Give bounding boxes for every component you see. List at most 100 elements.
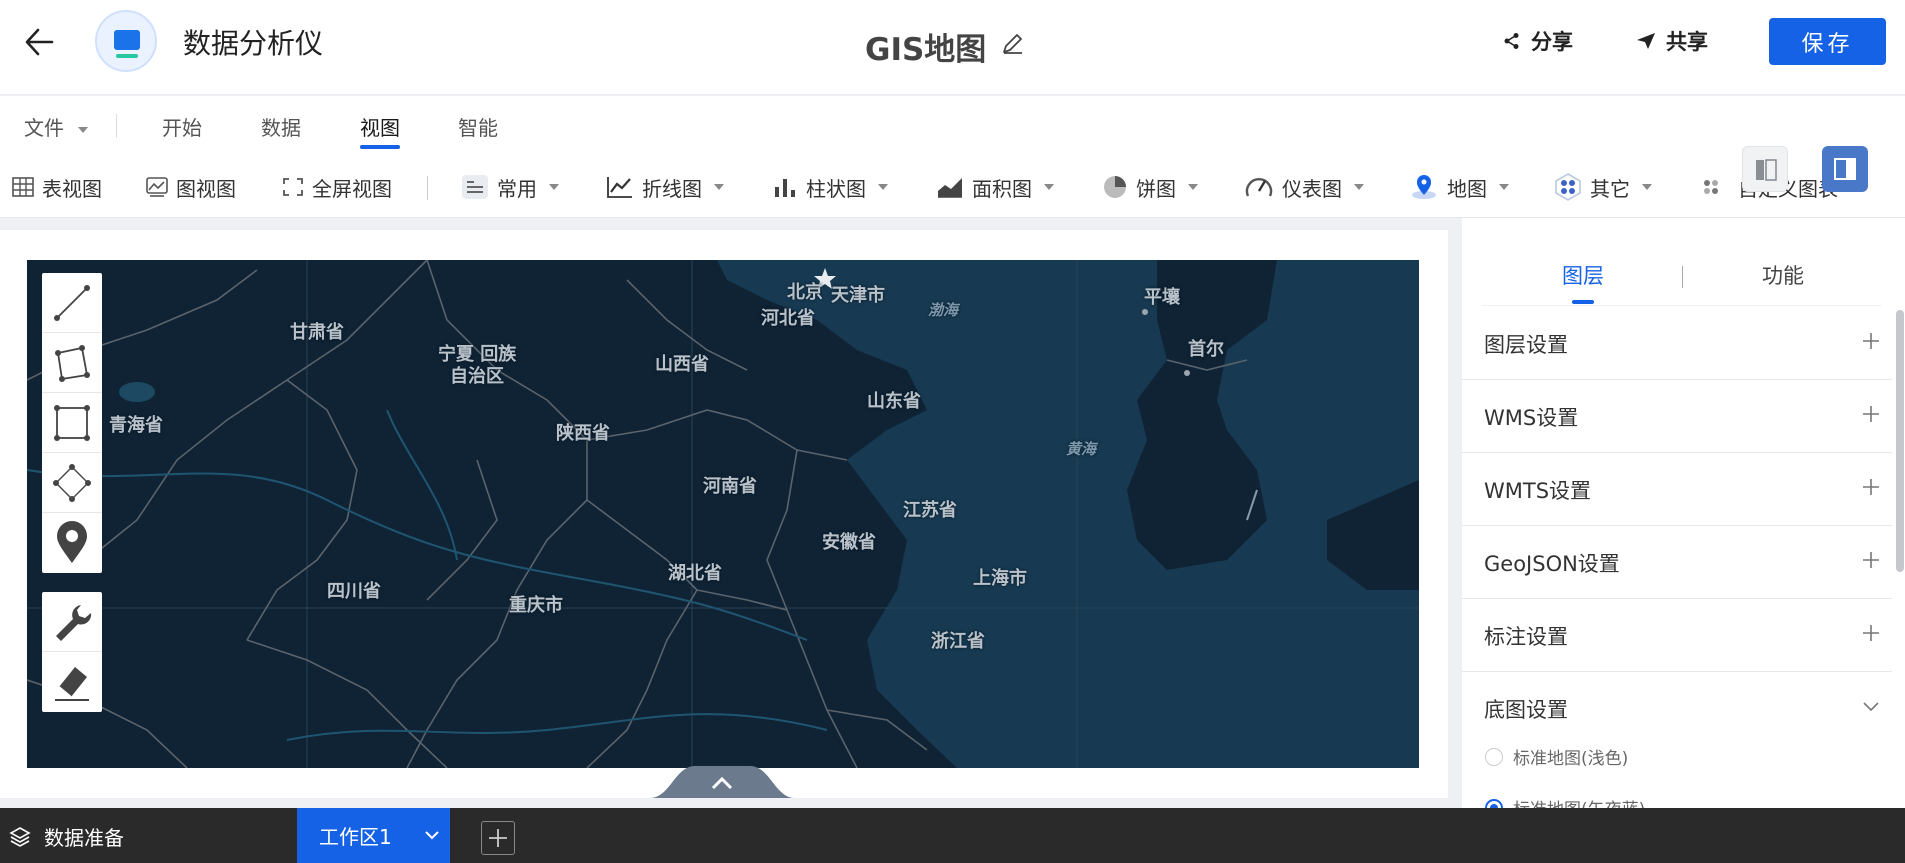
sidebar-right-icon [1834,158,1856,180]
area-chart-label: 面积图 [972,176,1032,201]
eraser-icon [55,667,89,701]
arrow-left-icon[interactable] [22,24,58,60]
other-chart-label: 其它 [1590,176,1630,201]
layers-icon [9,826,31,847]
chevron-down-icon[interactable] [423,826,441,844]
caret-down-icon [1188,184,1198,190]
collaborate-button[interactable]: 共享 [1636,26,1708,56]
map-pin-icon [1412,175,1436,199]
table-view-button[interactable]: 表视图 [12,172,102,202]
basemap-option-light[interactable]: 标准地图(浅色) [1485,744,1628,769]
chart-view-label: 图视图 [176,176,236,201]
table-grid-icon [12,177,34,197]
menu-file[interactable]: 文件 [24,112,89,141]
section-label: GeoJSON设置 [1484,551,1620,576]
section-geojson-settings[interactable]: GeoJSON设置 [1462,527,1892,599]
gis-map[interactable]: 甘肃省 宁夏 回族 自治区 青海省 山西省 河北省 北京 天津市 陕西省 山东省… [27,260,1419,768]
tab-layers[interactable]: 图层 [1562,260,1604,304]
fullscreen-view-label: 全屏视图 [312,176,392,201]
area-chart-icon [938,178,962,198]
marker-draw-tool[interactable] [42,513,102,573]
common-chart-label: 常用 [497,176,537,201]
radio-button[interactable] [1485,747,1503,766]
fullscreen-icon [283,178,303,196]
label-sichuan: 四川省 [327,581,381,602]
section-wms-settings[interactable]: WMS设置 [1462,381,1892,453]
pie-chart-label: 饼图 [1136,176,1176,201]
data-prep-button[interactable]: 数据准备 [8,822,124,851]
edit-tool[interactable] [42,592,102,652]
label-yellow-sea: 黄海 [1066,440,1097,458]
area-chart-button[interactable]: 面积图 [936,172,1054,202]
caret-down-icon [1354,184,1364,190]
workspace-label: 工作区1 [319,825,392,849]
menu-start[interactable]: 开始 [162,112,202,141]
line-draw-tool[interactable] [42,273,102,333]
custom-dots-icon [1704,180,1718,194]
caret-down-icon [1642,184,1652,190]
layout-right-toggle[interactable] [1822,146,1868,192]
chart-view-button[interactable]: 图视图 [146,172,236,202]
layout-left-toggle[interactable] [1742,146,1788,192]
map-chart-button[interactable]: 地图 [1409,172,1509,202]
bottom-bar: 数据准备 工作区1 [0,808,1905,863]
view-toolbar: 表视图 图视图 全屏视图 常用 折线图 柱状图 面积图 饼图 仪表图 地图 其它 [0,156,1905,218]
label-bohai: 渤海 [928,301,959,319]
document-title[interactable]: GIS地图 [865,24,986,69]
fullscreen-view-button[interactable]: 全屏视图 [282,172,392,202]
tab-divider [1682,266,1683,288]
collapse-panel-toggle[interactable] [650,766,795,798]
polygon-draw-tool[interactable] [42,333,102,393]
line-chart-label: 折线图 [642,176,702,201]
section-label: WMS设置 [1484,405,1579,430]
label-henan: 河南省 [703,476,757,497]
panel-scrollbar[interactable] [1896,310,1904,572]
pencil-icon[interactable] [1000,30,1026,56]
section-label: 标注设置 [1484,624,1568,649]
label-pyongyang: 平壤 [1144,287,1180,308]
data-prep-label: 数据准备 [44,826,124,850]
other-chart-button[interactable]: 其它 [1554,172,1652,202]
gauge-chart-button[interactable]: 仪表图 [1244,172,1364,202]
section-label: 底图设置 [1484,698,1568,722]
label-shaanxi: 陕西省 [556,423,610,444]
caret-down-icon [878,184,888,190]
menu-view[interactable]: 视图 [360,112,400,149]
circle-draw-tool[interactable] [42,453,102,513]
add-workspace-button[interactable] [481,821,515,855]
label-ningxia-2: 自治区 [450,366,504,387]
workspace-tab[interactable]: 工作区1 [297,808,450,863]
section-label-settings[interactable]: 标注设置 [1462,600,1892,672]
menu-smart[interactable]: 智能 [458,112,498,141]
app-header: 数据分析仪 GIS地图 分享 共享 保存 [0,0,1905,95]
gauge-icon [1245,178,1273,197]
common-chart-button[interactable]: 常用 [461,172,559,202]
menu-tabs: 文件 开始 数据 视图 智能 [0,96,1905,156]
tab-functions[interactable]: 功能 [1762,260,1804,290]
bar-chart-button[interactable]: 柱状图 [772,172,888,202]
plus-icon [1863,552,1879,568]
plus-icon [489,829,507,847]
section-basemap-settings[interactable]: 底图设置 [1462,673,1892,745]
label-hubei: 湖北省 [668,563,722,584]
section-layer-settings[interactable]: 图层设置 [1462,308,1892,380]
label-shanxi: 山西省 [655,354,709,375]
bar-chart-label: 柱状图 [806,176,866,201]
caret-down-icon [1499,184,1509,190]
label-gansu: 甘肃省 [290,322,344,343]
erase-tool[interactable] [42,652,102,712]
plus-icon [1863,333,1879,349]
app-name: 数据分析仪 [183,27,324,60]
label-seoul: 首尔 [1188,339,1224,360]
wrench-icon [56,604,92,641]
hexagon-dots-icon [1555,173,1581,201]
rectangle-draw-tool[interactable] [42,393,102,453]
line-chart-button[interactable]: 折线图 [606,172,724,202]
table-view-label: 表视图 [42,176,102,201]
pie-chart-button[interactable]: 饼图 [1102,172,1198,202]
label-zhejiang: 浙江省 [931,631,985,652]
share-button[interactable]: 分享 [1503,26,1573,56]
save-button[interactable]: 保存 [1769,18,1886,65]
menu-data[interactable]: 数据 [261,112,301,141]
section-wmts-settings[interactable]: WMTS设置 [1462,454,1892,526]
